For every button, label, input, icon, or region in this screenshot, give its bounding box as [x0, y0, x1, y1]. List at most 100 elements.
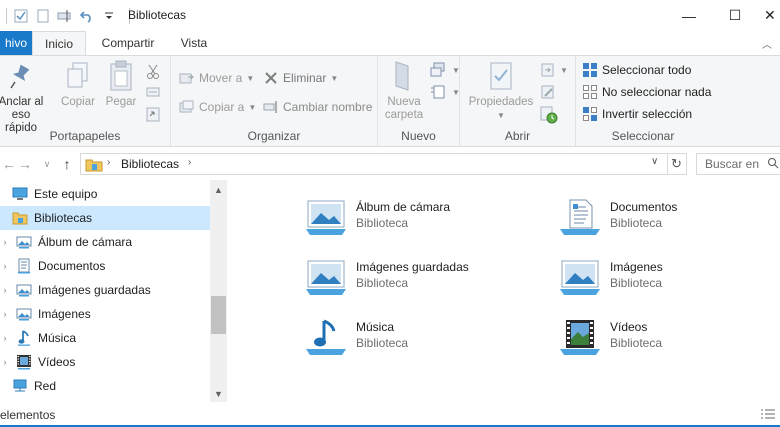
history-icon[interactable]	[540, 106, 558, 127]
undo-icon[interactable]	[79, 8, 95, 24]
paste-shortcut-icon[interactable]	[146, 106, 160, 125]
move-to-button[interactable]: Mover a ▼	[179, 68, 254, 88]
nav-pane-scrollbar[interactable]: ▲ ▼	[210, 180, 227, 402]
properties-button[interactable]: Propiedades ▼	[466, 60, 536, 122]
new-folder-label-line2: carpeta	[384, 109, 424, 121]
nav-item-label: Red	[34, 379, 57, 393]
ribbon-collapse-icon[interactable]: ︿	[762, 36, 772, 51]
new-folder-button[interactable]: Nueva carpeta	[382, 60, 426, 122]
nav-item-musica[interactable]: › Música	[0, 326, 210, 350]
expand-chevron-icon[interactable]: ›	[0, 333, 10, 343]
documents-library-icon	[16, 258, 32, 274]
select-none-button[interactable]: No seleccionar nada	[582, 82, 711, 102]
tab-view[interactable]: Vista	[170, 31, 218, 55]
minimize-button[interactable]: —	[666, 0, 712, 31]
copy-label: Copiar	[61, 96, 95, 108]
nav-item-videos[interactable]: › Vídeos	[0, 350, 210, 374]
expand-chevron-icon[interactable]: ›	[0, 357, 10, 367]
library-tile[interactable]: Vídeos Biblioteca	[558, 318, 780, 364]
ribbon-tabs: hivo Inicio Compartir Vista ︿	[0, 31, 780, 56]
open-button[interactable]: ▼	[540, 62, 568, 78]
group-label-seleccionar: Seleccionar	[611, 129, 675, 143]
rename-qat-icon[interactable]	[57, 8, 73, 24]
forward-arrow-icon[interactable]: →	[16, 154, 34, 174]
details-view-icon[interactable]	[760, 408, 776, 423]
close-button[interactable]: ✕	[758, 0, 780, 31]
library-tile[interactable]: Álbum de cámara Biblioteca	[304, 198, 544, 244]
open-icon	[541, 63, 554, 77]
refresh-icon[interactable]: ↻	[671, 156, 682, 172]
new-item-button[interactable]: ▼	[430, 62, 460, 78]
address-row: ← → ∨ ↑ › Bibliotecas › ∨ ↻ Buscar en	[0, 150, 780, 178]
move-to-dropdown-icon: ▼	[246, 73, 255, 83]
scroll-up-icon[interactable]: ▲	[210, 182, 227, 198]
search-input[interactable]: Buscar en	[696, 153, 780, 175]
easy-access-button[interactable]: ▼	[430, 84, 460, 100]
copy-path-icon[interactable]	[146, 86, 160, 101]
nav-item-imagenes[interactable]: › Imágenes	[0, 302, 210, 326]
library-tile[interactable]: Documentos Biblioteca	[558, 198, 780, 244]
properties-check-icon[interactable]	[13, 8, 29, 24]
expand-chevron-icon[interactable]: ›	[0, 309, 10, 319]
library-name: Imágenes guardadas	[356, 260, 469, 274]
invert-selection-button[interactable]: Invertir selección	[582, 104, 692, 124]
scroll-down-icon[interactable]: ▼	[210, 386, 227, 402]
library-type: Biblioteca	[356, 276, 409, 290]
customize-qat-icon[interactable]	[101, 8, 117, 24]
library-name: Imágenes	[610, 260, 663, 274]
pictures-library-icon	[304, 258, 348, 298]
tab-home[interactable]: Inicio	[32, 31, 86, 56]
expand-chevron-icon[interactable]: ›	[0, 237, 10, 247]
nav-item-imagenes-guardadas[interactable]: › Imágenes guardadas	[0, 278, 210, 302]
group-label-nuevo: Nuevo	[401, 129, 436, 143]
group-label-portapapeles: Portapapeles	[49, 129, 121, 143]
select-all-button[interactable]: Seleccionar todo	[582, 60, 691, 80]
library-tile[interactable]: Imágenes guardadas Biblioteca	[304, 258, 544, 304]
maximize-button[interactable]: ☐	[712, 0, 758, 31]
nav-item-documentos[interactable]: › Documentos	[0, 254, 210, 278]
rename-label: Cambiar nombre	[283, 100, 373, 114]
pin-label-line1: Anclar al	[0, 96, 44, 108]
nav-item-red[interactable]: Red	[0, 374, 210, 398]
group-abrir: Propiedades ▼ ▼ Abrir	[460, 56, 576, 146]
nav-item-este-equipo[interactable]: Este equipo	[0, 182, 210, 206]
tab-share[interactable]: Compartir	[92, 31, 164, 55]
copy-icon	[63, 60, 93, 92]
expand-chevron-icon[interactable]: ›	[0, 261, 10, 271]
copy-button[interactable]: Copiar	[58, 60, 98, 109]
cut-icon[interactable]	[146, 64, 160, 83]
music-library-icon	[16, 330, 32, 346]
copy-to-button[interactable]: Copiar a ▼	[179, 97, 256, 117]
breadcrumb-bibliotecas[interactable]: Bibliotecas	[121, 157, 179, 171]
new-folder-label-line1: Nueva	[387, 96, 421, 108]
delete-label: Eliminar	[283, 71, 327, 85]
properties-dropdown-icon: ▼	[497, 111, 505, 120]
nav-item-bibliotecas[interactable]: Bibliotecas	[0, 206, 210, 230]
recent-locations-chevron-icon[interactable]: ∨	[38, 154, 56, 174]
library-tile[interactable]: Imágenes Biblioteca	[558, 258, 780, 304]
breadcrumb-chevron-icon[interactable]: ›	[188, 157, 191, 168]
delete-button[interactable]: Eliminar ▼	[263, 68, 338, 88]
paste-button[interactable]: Pegar	[102, 60, 140, 109]
pin-quick-access-button[interactable]: Anclar al eso rápido	[0, 60, 46, 135]
tab-file[interactable]: hivo	[0, 31, 32, 55]
address-bar[interactable]: › Bibliotecas › ∨ ↻	[80, 153, 687, 175]
search-icon[interactable]	[767, 157, 779, 172]
expand-chevron-icon[interactable]: ›	[0, 285, 10, 295]
nav-item-album-de-camara[interactable]: › Álbum de cámara	[0, 230, 210, 254]
navigation-pane: Este equipo Bibliotecas › Álbum de cámar…	[0, 180, 228, 402]
delete-icon	[263, 70, 279, 86]
up-arrow-icon[interactable]: ↑	[58, 154, 76, 174]
edit-icon[interactable]	[540, 84, 556, 103]
library-name: Música	[356, 320, 395, 334]
properties-label: Propiedades	[468, 96, 534, 108]
breadcrumb-separator-icon[interactable]: ›	[107, 157, 110, 168]
scrollbar-thumb[interactable]	[211, 296, 226, 334]
rename-button[interactable]: Cambiar nombre	[263, 97, 372, 117]
address-dropdown-icon[interactable]: ∨	[651, 156, 658, 167]
group-organizar: Mover a ▼ Copiar a ▼ Eliminar ▼ Cambiar nom…	[171, 56, 378, 146]
new-folder-qat-icon[interactable]	[35, 8, 51, 24]
library-tile[interactable]: Música Biblioteca	[304, 318, 544, 364]
documents-library-icon	[558, 198, 602, 238]
pin-icon	[6, 60, 36, 92]
